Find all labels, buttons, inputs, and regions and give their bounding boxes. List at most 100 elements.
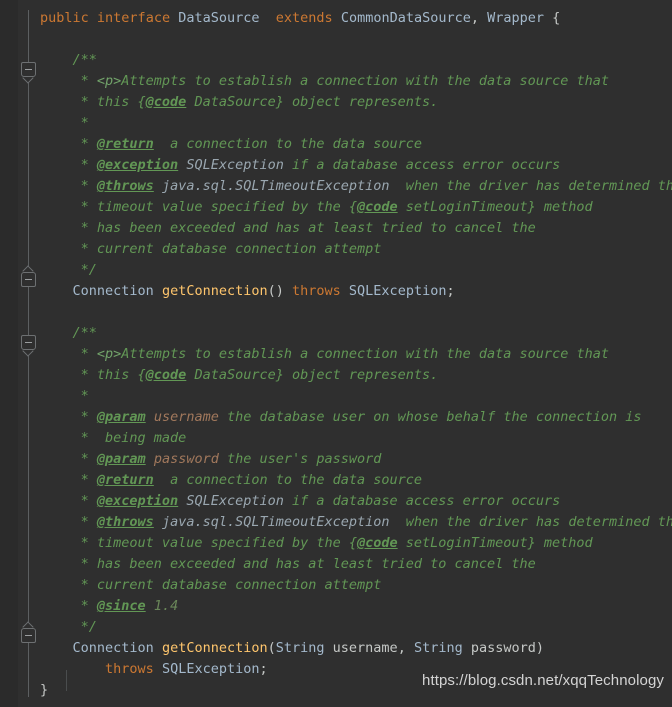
code-token-ident: ; <box>259 661 268 677</box>
code-token-cmt: * current database connection attempt <box>40 241 382 257</box>
code-token-ident: , <box>470 10 488 26</box>
code-token-punct <box>333 10 341 26</box>
code-token-tag: @code <box>356 199 398 215</box>
code-token-ident: , <box>397 640 414 656</box>
code-token-ident: } <box>40 682 49 698</box>
fold-close-icon[interactable] <box>21 628 36 643</box>
code-token-cmt: * <box>40 493 97 509</box>
code-token-cmtref: SQLException <box>186 157 284 173</box>
code-token-cmt: * has been exceeded and has at least tri… <box>40 556 536 572</box>
code-line[interactable]: * has been exceeded and has at least tri… <box>40 554 672 575</box>
fold-open-icon[interactable] <box>21 62 36 77</box>
code-line[interactable]: * this {@code DataSource} object represe… <box>40 365 672 386</box>
code-token-cmt: the user's password <box>218 451 382 467</box>
code-token-cmt: setLoginTimeout} method <box>397 535 593 551</box>
code-token-cmtref: SQLException <box>186 493 284 509</box>
code-token-tag: @return <box>96 136 154 152</box>
code-line[interactable]: Connection getConnection(String username… <box>40 638 672 659</box>
code-token-punct <box>154 283 162 299</box>
code-line[interactable]: * this {@code DataSource} object represe… <box>40 92 672 113</box>
code-token-cmt: * <box>40 346 97 362</box>
code-token-tag: @code <box>145 367 187 383</box>
code-token-pname: password <box>153 451 219 467</box>
code-token-kw: public <box>40 10 89 26</box>
code-line[interactable]: * current database connection attempt <box>40 575 672 596</box>
code-token-cmt <box>146 409 154 425</box>
code-token-cmt: * <box>40 472 97 488</box>
fold-close-icon[interactable] <box>21 272 36 287</box>
code-token-type: Connection <box>72 283 154 299</box>
code-token-kw: throws <box>292 283 341 299</box>
code-token-punct <box>40 640 73 656</box>
code-token-cmt: setLoginTimeout} method <box>397 199 593 215</box>
code-token-cmt <box>146 598 154 614</box>
code-line[interactable]: * <p>Attempts to establish a connection … <box>40 71 672 92</box>
code-token-pname: username <box>153 409 219 425</box>
code-token-ident: ( <box>267 640 276 656</box>
code-line[interactable]: * timeout value specified by the {@code … <box>40 533 672 554</box>
code-line[interactable]: * timeout value specified by the {@code … <box>40 197 672 218</box>
code-line[interactable]: /** <box>40 50 672 71</box>
editor-gutter[interactable] <box>0 0 18 707</box>
code-token-cmt: when the driver has determined that the <box>405 514 672 530</box>
code-token-tag: @exception <box>96 157 179 173</box>
code-editor[interactable]: public interface DataSource extends Comm… <box>0 0 672 707</box>
code-token-cmt: * <box>40 598 97 614</box>
code-token-punct <box>341 283 349 299</box>
code-token-cmt: * <box>40 451 97 467</box>
code-line[interactable]: * @exception SQLException if a database … <box>40 491 672 512</box>
code-token-htmltag: <p> <box>96 73 122 89</box>
code-line[interactable]: * @exception SQLException if a database … <box>40 155 672 176</box>
code-line[interactable]: */ <box>40 617 672 638</box>
code-token-cmt: */ <box>40 619 97 635</box>
code-line[interactable] <box>40 29 672 50</box>
code-token-tag: @param <box>96 409 146 425</box>
code-token-cmt: * timeout value specified by the { <box>40 535 357 551</box>
code-line[interactable]: * @param password the user's password <box>40 449 672 470</box>
code-token-cmt: Attempts to establish a connection with … <box>121 346 609 362</box>
code-token-ident: { <box>544 10 561 26</box>
code-line[interactable]: * @return a connection to the data sourc… <box>40 134 672 155</box>
code-token-tag: @throws <box>96 514 154 530</box>
code-token-cmt: * <box>40 409 97 425</box>
code-token-cmt <box>146 451 154 467</box>
code-line[interactable]: * @since 1.4 <box>40 596 672 617</box>
code-line[interactable]: * being made <box>40 428 672 449</box>
code-token-cmt: if a database access error occurs <box>283 493 561 509</box>
code-line[interactable]: * @return a connection to the data sourc… <box>40 470 672 491</box>
code-token-cmt: * timeout value specified by the { <box>40 199 357 215</box>
code-line[interactable]: * <box>40 386 672 407</box>
code-token-cmt: * this { <box>40 367 146 383</box>
code-token-type: Wrapper <box>487 10 545 26</box>
code-line[interactable]: public interface DataSource extends Comm… <box>40 8 672 29</box>
code-token-ident: ; <box>446 283 455 299</box>
code-line[interactable]: * @throws java.sql.SQLTimeoutException w… <box>40 176 672 197</box>
watermark-url: https://blog.csdn.net/xqqTechnology <box>422 672 664 689</box>
code-line[interactable]: Connection getConnection() throws SQLExc… <box>40 281 672 302</box>
code-token-type: SQLException <box>348 283 447 299</box>
code-token-cmt: * <box>40 514 97 530</box>
code-token-type: Connection <box>72 640 154 656</box>
code-token-ident: password <box>462 640 536 656</box>
code-token-htmltag: <p> <box>96 346 122 362</box>
code-token-tag: @return <box>96 472 154 488</box>
code-token-punct <box>260 10 276 26</box>
code-line[interactable]: * current database connection attempt <box>40 239 672 260</box>
code-token-cmt: * current database connection attempt <box>40 577 382 593</box>
code-line[interactable]: /** <box>40 323 672 344</box>
code-line[interactable]: */ <box>40 260 672 281</box>
code-token-tag: @code <box>356 535 398 551</box>
code-token-type: String <box>413 640 463 656</box>
code-token-cmt: * this { <box>40 94 146 110</box>
code-text-area[interactable]: public interface DataSource extends Comm… <box>40 0 672 707</box>
code-token-tag: @throws <box>96 178 154 194</box>
code-line[interactable]: * has been exceeded and has at least tri… <box>40 218 672 239</box>
code-line[interactable]: * <p>Attempts to establish a connection … <box>40 344 672 365</box>
fold-open-icon[interactable] <box>21 335 36 350</box>
code-line[interactable] <box>40 302 672 323</box>
code-token-ident: username <box>324 640 398 656</box>
code-line[interactable]: * @param username the database user on w… <box>40 407 672 428</box>
code-folding-column[interactable] <box>18 0 40 707</box>
code-line[interactable]: * @throws java.sql.SQLTimeoutException w… <box>40 512 672 533</box>
code-line[interactable]: * <box>40 113 672 134</box>
